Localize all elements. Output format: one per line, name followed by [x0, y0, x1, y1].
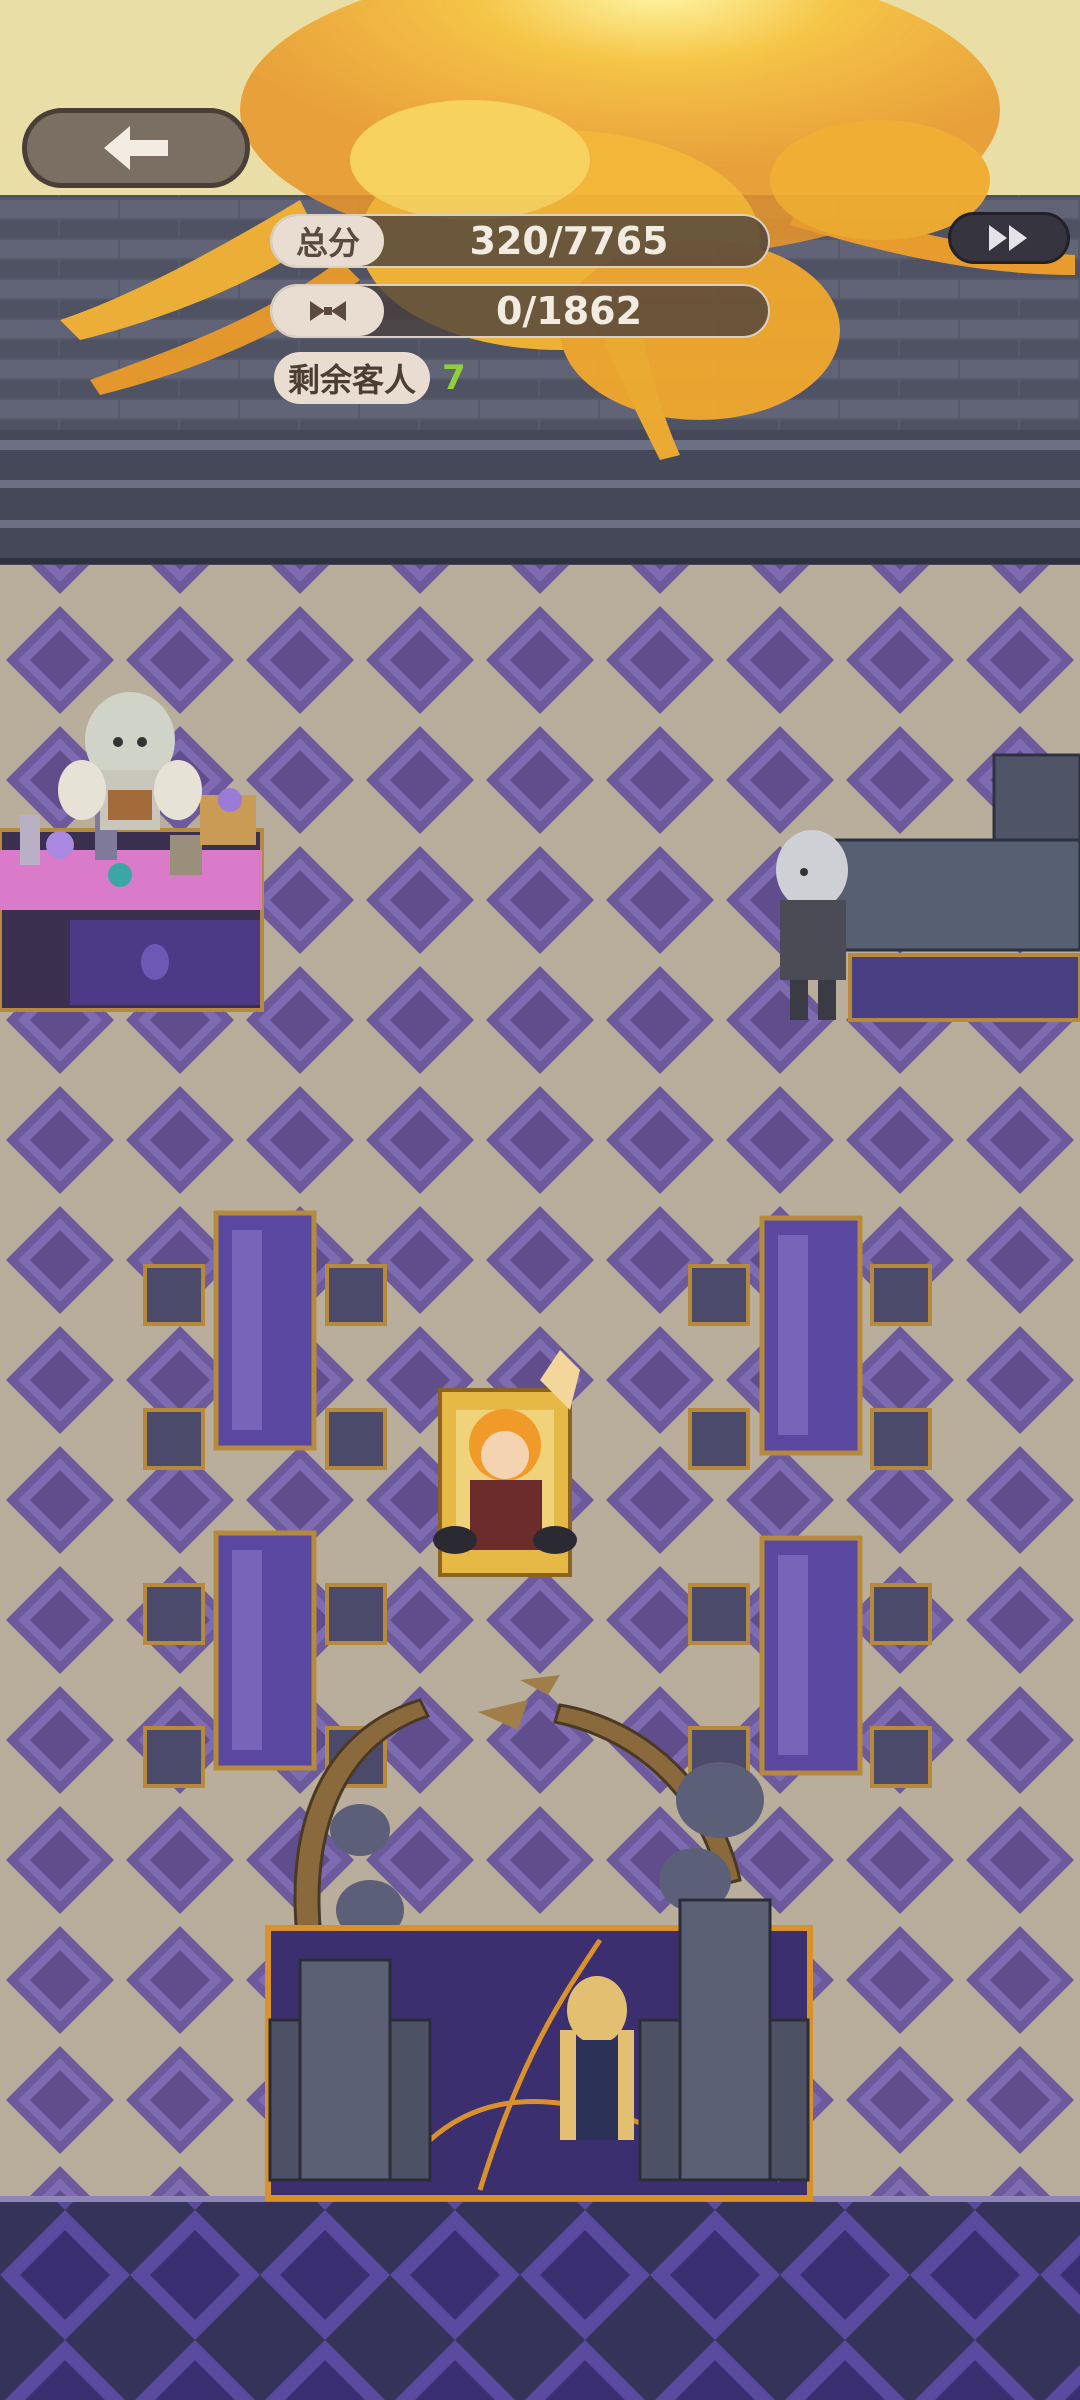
bonus-pill	[272, 286, 384, 336]
back-button[interactable]	[22, 108, 250, 188]
bonus-value: 0/1862	[495, 289, 643, 333]
remaining-guests-label: 剩余客人	[274, 352, 431, 404]
bow-tie-icon	[310, 301, 346, 321]
game-scene	[0, 0, 1080, 2400]
fast-forward-icon	[989, 225, 1027, 251]
blonde-npc	[560, 1976, 634, 2140]
total-score-value: 320/7765	[469, 219, 669, 263]
remaining-guests-count: 7	[442, 358, 466, 398]
wall-ledge	[0, 430, 1080, 565]
entrance-carpet	[265, 1898, 813, 2201]
bottom-tiles	[0, 2200, 1080, 2400]
fast-forward-button[interactable]	[948, 212, 1070, 264]
total-score-label: 总分	[272, 216, 384, 266]
arrow-left-icon	[104, 126, 168, 170]
